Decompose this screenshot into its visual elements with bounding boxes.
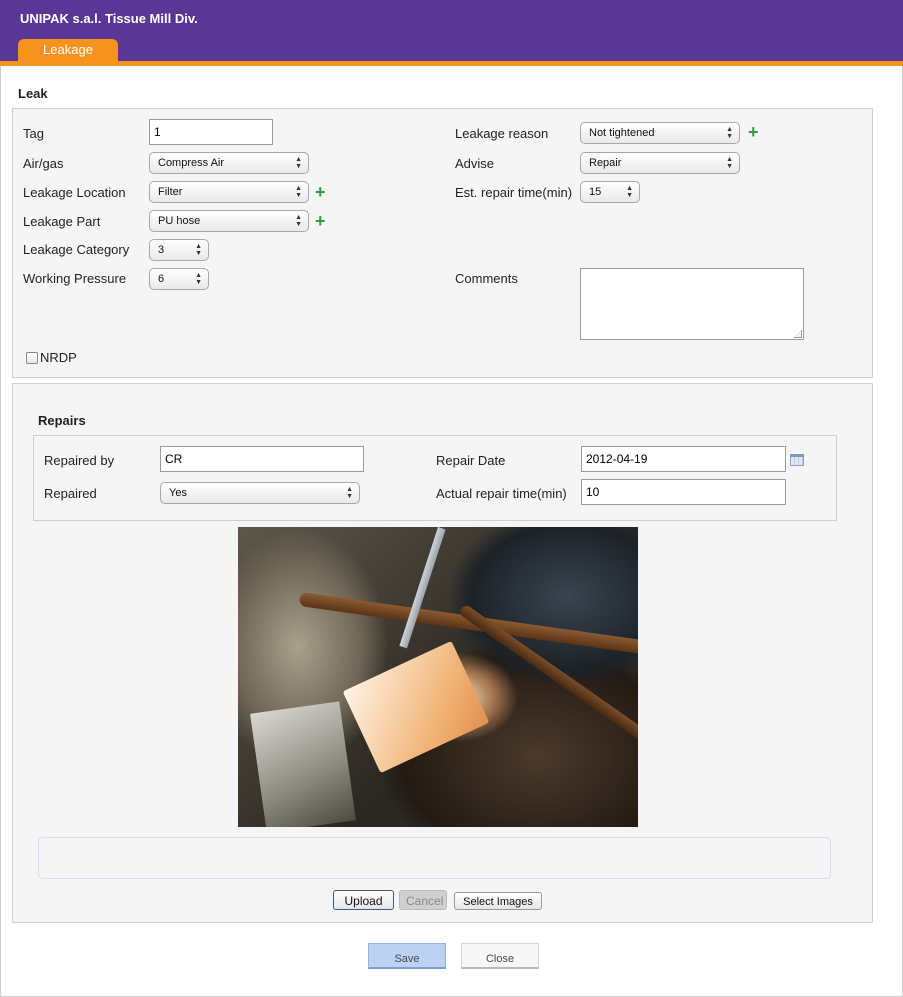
- cancel-upload-button[interactable]: Cancel: [399, 890, 447, 910]
- est-repair-time-value: 15: [589, 186, 602, 198]
- working-pressure-select[interactable]: 6 ▲ ▼: [149, 268, 209, 290]
- leakage-category-value: 3: [158, 244, 165, 256]
- save-button[interactable]: Save: [368, 943, 446, 969]
- app-title: UNIPAK s.a.l. Tissue Mill Div.: [20, 11, 198, 26]
- select-images-button[interactable]: Select Images: [454, 892, 542, 910]
- repaired-by-input[interactable]: [160, 446, 364, 472]
- repaired-value: Yes: [169, 487, 187, 499]
- photo-zip-tie-shape: [399, 527, 446, 649]
- leakage-location-label: Leakage Location: [23, 185, 126, 200]
- add-location-plus-icon[interactable]: +: [315, 183, 326, 201]
- resize-grip-icon[interactable]: [794, 330, 802, 338]
- repair-date-label: Repair Date: [436, 453, 506, 468]
- select-arrows-icon: ▲ ▼: [726, 126, 733, 140]
- add-reason-plus-icon[interactable]: +: [748, 123, 759, 141]
- leakage-part-value: PU hose: [158, 215, 201, 227]
- select-arrows-icon: ▲ ▼: [626, 185, 633, 199]
- tab-leakage[interactable]: Leakage: [18, 39, 118, 63]
- app-header: UNIPAK s.a.l. Tissue Mill Div. Leakage: [0, 0, 903, 63]
- leak-photo: [238, 527, 638, 827]
- air-gas-select[interactable]: Compress Air ▲ ▼: [149, 152, 309, 174]
- photo-tag-shape: [342, 640, 490, 774]
- select-arrows-icon: ▲ ▼: [195, 243, 202, 257]
- select-arrows-icon: ▲ ▼: [295, 156, 302, 170]
- leakage-part-label: Leakage Part: [23, 214, 101, 229]
- repaired-by-label: Repaired by: [44, 453, 115, 468]
- upload-drop-area[interactable]: [38, 837, 831, 879]
- repaired-label: Repaired: [44, 486, 97, 501]
- photo-hose-shape: [298, 592, 638, 656]
- select-arrows-icon: ▲ ▼: [726, 156, 733, 170]
- air-gas-value: Compress Air: [158, 157, 225, 169]
- leakage-reason-select[interactable]: Not tightened ▲ ▼: [580, 122, 740, 144]
- select-arrows-icon: ▲ ▼: [295, 185, 302, 199]
- header-accent-strip: [0, 61, 903, 66]
- leakage-location-select[interactable]: Filter ▲ ▼: [149, 181, 309, 203]
- repaired-select[interactable]: Yes ▲ ▼: [160, 482, 360, 504]
- add-part-plus-icon[interactable]: +: [315, 212, 326, 230]
- actual-repair-time-input[interactable]: [581, 479, 786, 505]
- working-pressure-value: 6: [158, 273, 165, 285]
- est-repair-time-label: Est. repair time(min): [455, 185, 573, 200]
- advise-value: Repair: [589, 157, 622, 169]
- tag-input[interactable]: [149, 119, 273, 145]
- leakage-location-value: Filter: [158, 186, 183, 198]
- advise-label: Advise: [455, 156, 495, 171]
- repair-date-input[interactable]: [581, 446, 786, 472]
- photo-debris-shape: [250, 701, 356, 827]
- repairs-panel: Repaired by Repaired Yes ▲▼ Repair Date …: [33, 435, 837, 521]
- air-gas-label: Air/gas: [23, 156, 64, 171]
- working-pressure-label: Working Pressure: [23, 271, 127, 286]
- tag-label: Tag: [23, 126, 44, 141]
- select-arrows-icon: ▲ ▼: [195, 272, 202, 286]
- leakage-reason-value: Not tightened: [589, 127, 655, 139]
- leakage-category-label: Leakage Category: [23, 242, 130, 257]
- nrdp-checkbox[interactable]: [26, 352, 38, 364]
- repairs-section-title: Repairs: [38, 413, 86, 428]
- comments-textarea[interactable]: [580, 268, 804, 340]
- actual-repair-time-label: Actual repair time(min): [436, 486, 567, 501]
- select-arrows-icon: ▲ ▼: [295, 214, 302, 228]
- comments-label: Comments: [455, 271, 518, 286]
- close-button[interactable]: Close: [461, 943, 539, 969]
- nrdp-label: NRDP: [40, 350, 77, 365]
- advise-select[interactable]: Repair ▲ ▼: [580, 152, 740, 174]
- leakage-reason-label: Leakage reason: [455, 126, 549, 141]
- select-arrows-icon: ▲ ▼: [346, 486, 353, 500]
- leakage-part-select[interactable]: PU hose ▲ ▼: [149, 210, 309, 232]
- upload-button[interactable]: Upload: [333, 890, 394, 910]
- est-repair-time-select[interactable]: 15 ▲ ▼: [580, 181, 640, 203]
- leakage-category-select[interactable]: 3 ▲ ▼: [149, 239, 209, 261]
- leak-section-title: Leak: [18, 86, 48, 101]
- calendar-icon[interactable]: [790, 454, 804, 466]
- leak-panel: Tag Air/gas Compress Air ▲▼ Leakage Loca…: [12, 108, 873, 378]
